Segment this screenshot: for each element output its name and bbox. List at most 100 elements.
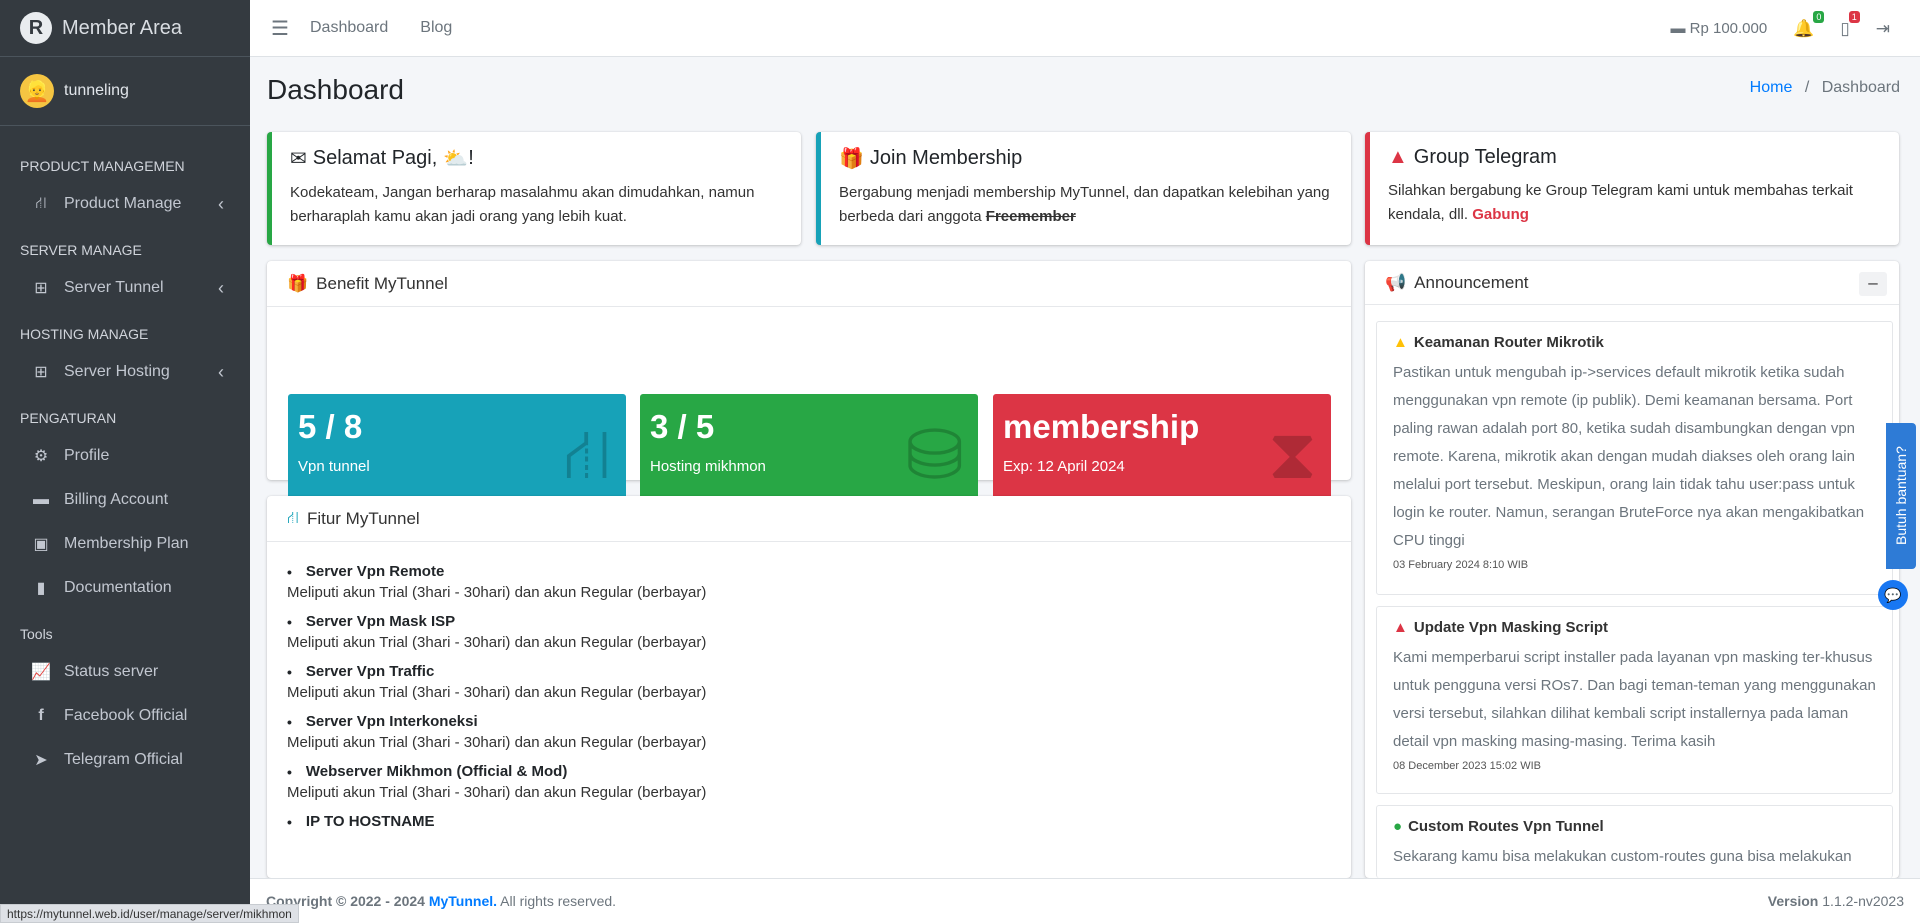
callout-membership-title: 🎁 Join Membership	[839, 146, 1333, 171]
footer-copyright: Copyright © 2022 - 2024 MyTunnel. All ri…	[266, 893, 616, 909]
sidebar-item-label: Membership Plan	[64, 535, 189, 552]
sidebar-item-telegram-official[interactable]: ➤ Telegram Official	[0, 738, 250, 782]
weather-icon: ⛅	[443, 148, 469, 170]
breadcrumb-separator: /	[1804, 79, 1810, 96]
announcement-item-title-text: Update Vpn Masking Script	[1413, 619, 1609, 636]
breadcrumb-current: Dashboard	[1821, 79, 1900, 96]
telegram-title-text: Group Telegram	[1413, 146, 1557, 168]
bell-icon[interactable]: 🔔 0	[1793, 10, 1825, 39]
brand-logo: R	[20, 12, 52, 44]
sitemap-icon: ⛙	[287, 507, 299, 527]
sidebar-item-label: Facebook Official	[64, 707, 188, 724]
smallbox-vpn-tunnel[interactable]: 5 / 8 Vpn tunnel ⛙	[288, 394, 626, 507]
sidebar-item-label: Server Tunnel	[64, 279, 164, 296]
freemember-text: Freemember	[985, 208, 1076, 225]
sidebar-item-status-server[interactable]: 📈 Status server	[0, 650, 250, 694]
telegram-icon: ➤	[34, 752, 48, 769]
nav-header: PRODUCT MANAGEMEN	[20, 158, 185, 174]
sidebar-item-product-manage[interactable]: ⛙ Product Manage ‹	[0, 182, 250, 226]
rights-text: All rights reserved.	[500, 893, 617, 909]
gabung-link[interactable]: Gabung	[1472, 206, 1529, 223]
logout-icon[interactable]: ⇥	[1876, 19, 1890, 39]
announcement-item-title: ▲ Update Vpn Masking Script	[1393, 619, 1876, 636]
callout-telegram-title: ▲ Group Telegram	[1388, 146, 1881, 169]
feature-desc: Meliputi akun Trial (3hari - 30hari) dan…	[287, 634, 707, 651]
collapse-button[interactable]: –	[1859, 272, 1887, 296]
top-link-dashboard[interactable]: Dashboard	[310, 19, 388, 37]
chat-button[interactable]: 💬	[1878, 580, 1908, 610]
avatar: 👱	[20, 74, 54, 108]
feature-title: Webserver Mikhmon (Official & Mod)	[287, 763, 1087, 780]
callout-greeting-text: Kodekateam, Jangan berharap masalahmu ak…	[290, 184, 755, 225]
brand[interactable]: R Member Area	[0, 0, 250, 57]
nav-header: HOSTING MANAGE	[20, 326, 149, 342]
list-item: Server Vpn Remote Meliputi akun Trial (3…	[287, 563, 1087, 601]
announcement-item: ● Custom Routes Vpn Tunnel Sekarang kamu…	[1376, 805, 1893, 878]
feature-title: Server Vpn Traffic	[287, 663, 1087, 680]
sitemap-icon: ⛙	[35, 195, 47, 212]
topbar: ☰ Dashboard Blog ▬ Rp 100.000 🔔 0 ▯ 1 ⇥	[250, 0, 1920, 57]
announcement-item-body: Sekarang kamu bisa melakukan custom-rout…	[1393, 848, 1852, 865]
sidebar-item-membership-plan[interactable]: ▣ Membership Plan	[0, 522, 250, 566]
sidebar-item-billing-account[interactable]: ▬ Billing Account	[0, 478, 250, 522]
id-card-icon: ▣	[33, 536, 49, 553]
brand-title: Member Area	[62, 16, 183, 39]
benefit-card-header: 🎁 Benefit MyTunnel	[267, 261, 1351, 307]
warning-icon: ▲	[1393, 619, 1408, 636]
status-bar-url: https://mytunnel.web.id/user/manage/serv…	[0, 904, 299, 923]
info-icon: ●	[1393, 818, 1403, 835]
list-item: Server Vpn Traffic Meliputi akun Trial (…	[287, 663, 1087, 701]
footer-brand-link[interactable]: MyTunnel.	[429, 893, 497, 909]
announcement-card-header: 📢 Announcement –	[1365, 261, 1899, 305]
sidebar-item-server-hosting[interactable]: ⊞ Server Hosting ‹	[0, 350, 250, 394]
sidebar: R Member Area 👱 tunneling PRODUCT MANAGE…	[0, 0, 250, 923]
gift-icon: 🎁	[287, 273, 309, 293]
announcement-item-title-text: Keamanan Router Mikrotik	[1413, 334, 1604, 351]
announcement-title: Announcement	[1414, 272, 1529, 292]
sidebar-item-facebook-official[interactable]: f Facebook Official	[0, 694, 250, 738]
announcement-item: ▲ Update Vpn Masking Script Kami memperb…	[1376, 606, 1893, 794]
topbar-right: ▬ Rp 100.000 🔔 0 ▯ 1 ⇥	[1670, 0, 1890, 57]
breadcrumb-home[interactable]: Home	[1750, 79, 1793, 96]
callout-telegram: ▲ Group Telegram Silahkan bergabung ke G…	[1365, 132, 1899, 245]
balance-amount: Rp 100.000	[1689, 20, 1768, 37]
chat-icon: 💬	[1884, 586, 1902, 603]
help-label: Butuh bantuan?	[1893, 446, 1909, 546]
feature-desc: Meliputi akun Trial (3hari - 30hari) dan…	[287, 584, 707, 601]
callout-membership-text: Bergabung menjadi membership MyTunnel, d…	[839, 181, 1333, 229]
feature-title: Server Vpn Interkoneksi	[287, 713, 1087, 730]
footer-version: Version 1.1.2-nv2023	[1768, 893, 1904, 909]
balance[interactable]: ▬ Rp 100.000	[1670, 20, 1767, 37]
nav-header: PENGATURAN	[20, 410, 117, 426]
announcement-item-body: Kami memperbarui script installer pada l…	[1393, 649, 1876, 750]
sidebar-item-label: Status server	[64, 663, 159, 680]
breadcrumb: Home / Dashboard	[1750, 79, 1900, 97]
list-item: Server Vpn Interkoneksi Meliputi akun Tr…	[287, 713, 1087, 751]
fitur-card-header: ⛙ Fitur MyTunnel	[267, 496, 1351, 542]
list-item: Server Vpn Mask ISP Meliputi akun Trial …	[287, 613, 1087, 651]
network-icon: ⊞	[34, 364, 48, 381]
announcement-item: ▲ Keamanan Router Mikrotik Pastikan untu…	[1376, 321, 1893, 595]
hamburger-menu-icon[interactable]: ☰	[250, 16, 310, 41]
warning-icon: ▲	[1388, 146, 1408, 168]
callout-greeting: ✉ Selamat Pagi, ⛅! Kodekateam, Jangan be…	[267, 132, 801, 245]
fitur-title: Fitur MyTunnel	[306, 508, 420, 528]
feature-list: Server Vpn Remote Meliputi akun Trial (3…	[287, 563, 1087, 842]
sidebar-item-documentation[interactable]: ▮ Documentation	[0, 566, 250, 610]
announcement-item-body: Pastikan untuk mengubah ip->services def…	[1393, 364, 1865, 549]
nav-header: SERVER MANAGE	[20, 242, 142, 258]
chevron-left-icon: ‹	[218, 193, 224, 214]
sidebar-item-label: Server Hosting	[64, 363, 170, 380]
gift-icon: 🎁	[839, 148, 864, 170]
greeting-suffix: !	[468, 147, 474, 169]
top-link-blog[interactable]: Blog	[420, 19, 452, 37]
help-tab[interactable]: Butuh bantuan?	[1886, 423, 1916, 569]
smallbox-hosting[interactable]: 3 / 5 Hosting mikhmon ⛁	[640, 394, 978, 507]
user-panel[interactable]: 👱 tunneling	[0, 57, 250, 126]
mobile-icon[interactable]: ▯ 1	[1840, 10, 1860, 39]
device-badge: 1	[1848, 10, 1860, 23]
smallbox-membership[interactable]: membership Exp: 12 April 2024 ⧗	[993, 394, 1331, 507]
sidebar-item-profile[interactable]: ⚙ Profile	[0, 434, 250, 478]
sidebar-item-server-tunnel[interactable]: ⊞ Server Tunnel ‹	[0, 266, 250, 310]
sidebar-item-label: Product Manage	[64, 195, 182, 212]
